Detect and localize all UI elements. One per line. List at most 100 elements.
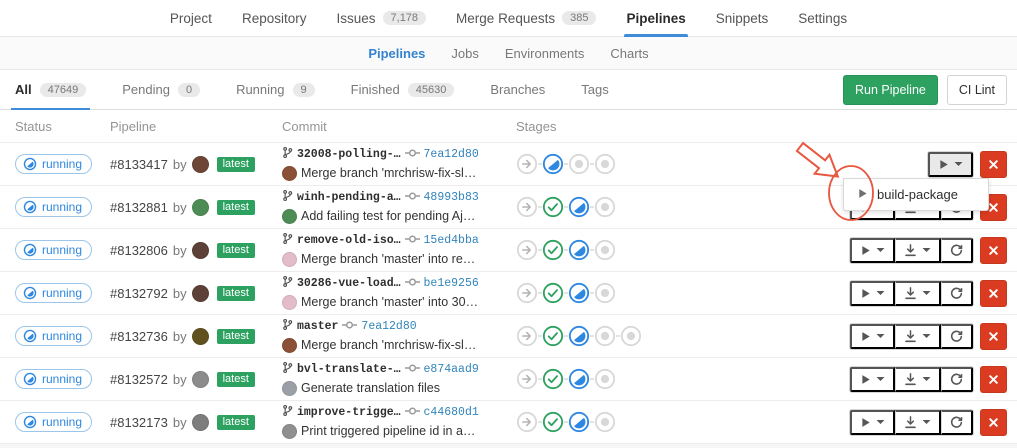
top-nav-item-issues[interactable]: Issues7,178 — [336, 0, 426, 37]
commit-sha-link[interactable]: be1e9256 — [424, 276, 479, 293]
play-dropdown-button[interactable] — [850, 410, 895, 435]
play-dropdown-button[interactable] — [850, 324, 895, 349]
stage-icon-arrow[interactable] — [516, 282, 538, 304]
commit-sha-link[interactable]: 7ea12d80 — [361, 319, 416, 336]
retry-pipeline-button[interactable] — [941, 281, 973, 306]
stage-icon-empty[interactable] — [594, 239, 616, 261]
commit-sha-link[interactable]: e874aad9 — [424, 362, 479, 379]
cancel-pipeline-button[interactable] — [980, 323, 1007, 350]
branch-name-link[interactable]: 30286-vue-load… — [297, 276, 401, 293]
status-badge-running[interactable]: running — [15, 283, 92, 303]
branch-name-link[interactable]: remove-old-iso… — [297, 233, 401, 250]
pipeline-id-link[interactable]: #8133417 — [110, 157, 168, 172]
branch-name-link[interactable]: bvl-translate-… — [297, 362, 401, 379]
status-badge-running[interactable]: running — [15, 240, 92, 260]
status-badge-running[interactable]: running — [15, 197, 92, 217]
sub-nav-item-pipelines[interactable]: Pipelines — [368, 46, 425, 61]
cancel-pipeline-button[interactable] — [980, 151, 1007, 178]
play-dropdown-button[interactable] — [850, 281, 895, 306]
pipeline-id-link[interactable]: #8132792 — [110, 286, 168, 301]
stage-icon-empty[interactable] — [594, 411, 616, 433]
filter-tab-finished[interactable]: Finished45630 — [351, 70, 455, 110]
stage-icon-empty[interactable] — [594, 368, 616, 390]
stage-icon-empty[interactable] — [594, 282, 616, 304]
stage-icon-empty[interactable] — [594, 196, 616, 218]
stage-icon-arrow[interactable] — [516, 196, 538, 218]
artifacts-dropdown-button[interactable] — [895, 238, 941, 263]
pipeline-id-link[interactable]: #8132173 — [110, 415, 168, 430]
artifacts-dropdown-button[interactable] — [895, 281, 941, 306]
retry-pipeline-button[interactable] — [941, 238, 973, 263]
user-avatar[interactable] — [192, 285, 209, 302]
commit-message-link[interactable]: Merge branch 'mrchrisw-fix-sl… — [301, 336, 476, 354]
pipeline-id-link[interactable]: #8132806 — [110, 243, 168, 258]
status-badge-running[interactable]: running — [15, 154, 92, 174]
commit-sha-link[interactable]: 7ea12d80 — [424, 147, 479, 164]
run-pipeline-button[interactable]: Run Pipeline — [843, 75, 938, 105]
branch-name-link[interactable]: improve-trigge… — [297, 405, 401, 422]
stage-icon-success[interactable] — [542, 282, 564, 304]
retry-pipeline-button[interactable] — [941, 410, 973, 435]
stage-icon-running[interactable] — [542, 153, 564, 175]
ci-lint-button[interactable]: CI Lint — [947, 75, 1007, 105]
stage-icon-arrow[interactable] — [516, 153, 538, 175]
dropdown-item-build-package[interactable]: build-package — [844, 183, 988, 206]
commit-sha-link[interactable]: 48993b83 — [424, 190, 479, 207]
filter-tab-tags[interactable]: Tags — [581, 70, 608, 110]
commit-message-link[interactable]: Generate translation files — [301, 379, 440, 397]
artifacts-dropdown-button[interactable] — [895, 367, 941, 392]
commit-message-link[interactable]: Merge branch 'master' into 30… — [301, 293, 478, 311]
filter-tab-branches[interactable]: Branches — [490, 70, 545, 110]
status-badge-running[interactable]: running — [15, 412, 92, 432]
commit-message-link[interactable]: Merge branch 'master' into re… — [301, 250, 475, 268]
user-avatar[interactable] — [192, 371, 209, 388]
commit-sha-link[interactable]: c44680d1 — [424, 405, 479, 422]
user-avatar[interactable] — [192, 242, 209, 259]
play-dropdown-button[interactable] — [850, 238, 895, 263]
cancel-pipeline-button[interactable] — [980, 366, 1007, 393]
play-dropdown-button[interactable] — [928, 152, 973, 177]
stage-icon-success[interactable] — [542, 368, 564, 390]
stage-icon-running[interactable] — [568, 368, 590, 390]
stage-icon-running[interactable] — [568, 325, 590, 347]
user-avatar[interactable] — [192, 199, 209, 216]
pipeline-id-link[interactable]: #8132572 — [110, 372, 168, 387]
top-nav-item-settings[interactable]: Settings — [798, 0, 847, 37]
stage-icon-arrow[interactable] — [516, 411, 538, 433]
stage-icon-arrow[interactable] — [516, 368, 538, 390]
stage-icon-empty[interactable] — [594, 153, 616, 175]
status-badge-running[interactable]: running — [15, 369, 92, 389]
filter-tab-pending[interactable]: Pending0 — [122, 70, 200, 110]
user-avatar[interactable] — [192, 156, 209, 173]
cancel-pipeline-button[interactable] — [980, 237, 1007, 264]
sub-nav-item-charts[interactable]: Charts — [610, 46, 648, 61]
top-nav-item-project[interactable]: Project — [170, 0, 212, 37]
stage-icon-empty[interactable] — [620, 325, 642, 347]
sub-nav-item-jobs[interactable]: Jobs — [451, 46, 478, 61]
cancel-pipeline-button[interactable] — [980, 409, 1007, 436]
stage-icon-success[interactable] — [542, 196, 564, 218]
stage-icon-running[interactable] — [568, 239, 590, 261]
artifacts-dropdown-button[interactable] — [895, 410, 941, 435]
stage-icon-success[interactable] — [542, 325, 564, 347]
top-nav-item-pipelines[interactable]: Pipelines — [626, 0, 685, 37]
pipeline-id-link[interactable]: #8132881 — [110, 200, 168, 215]
filter-tab-all[interactable]: All47649 — [15, 70, 86, 110]
top-nav-item-snippets[interactable]: Snippets — [716, 0, 769, 37]
play-dropdown-button[interactable] — [850, 367, 895, 392]
stage-icon-running[interactable] — [568, 282, 590, 304]
retry-pipeline-button[interactable] — [941, 324, 973, 349]
user-avatar[interactable] — [192, 414, 209, 431]
commit-message-link[interactable]: Print triggered pipeline id in a… — [301, 422, 475, 440]
branch-name-link[interactable]: master — [297, 319, 338, 336]
stage-icon-success[interactable] — [542, 239, 564, 261]
branch-name-link[interactable]: winh-pending-a… — [297, 190, 401, 207]
stage-icon-empty[interactable] — [594, 325, 616, 347]
user-avatar[interactable] — [192, 328, 209, 345]
retry-pipeline-button[interactable] — [941, 367, 973, 392]
status-badge-running[interactable]: running — [15, 326, 92, 346]
top-nav-item-repository[interactable]: Repository — [242, 0, 307, 37]
stage-icon-running[interactable] — [568, 411, 590, 433]
artifacts-dropdown-button[interactable] — [895, 324, 941, 349]
sub-nav-item-environments[interactable]: Environments — [505, 46, 584, 61]
